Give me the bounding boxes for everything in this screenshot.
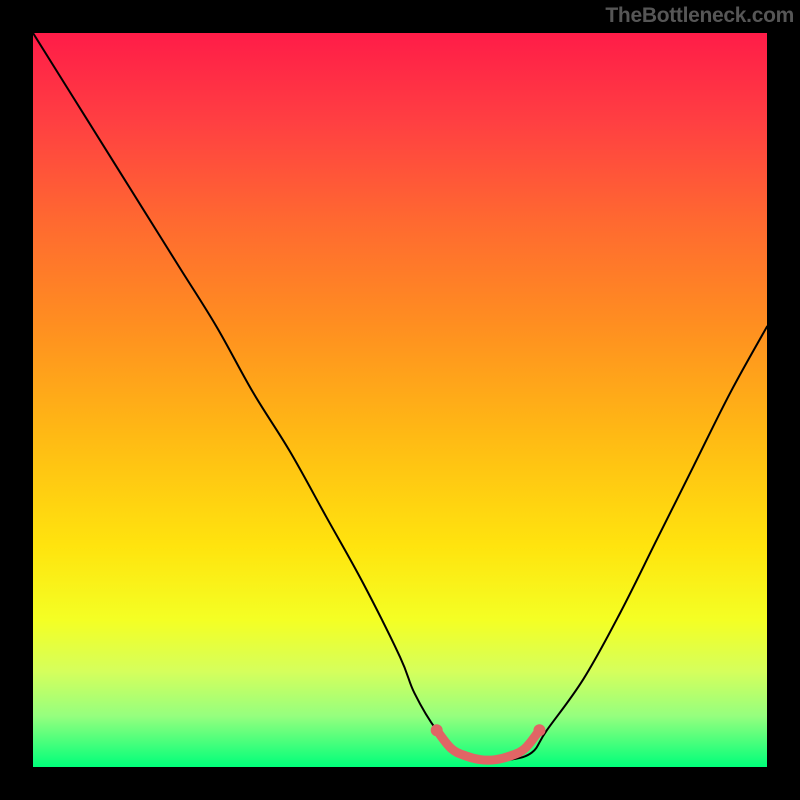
bottleneck-curve xyxy=(33,33,767,767)
plot-area xyxy=(33,33,767,767)
attribution-label: TheBottleneck.com xyxy=(605,4,794,28)
optimal-endpoint-1 xyxy=(533,724,545,736)
chart-frame: TheBottleneck.com xyxy=(0,0,800,800)
optimal-endpoint-0 xyxy=(431,724,443,736)
bottleneck-curve-path xyxy=(33,33,767,760)
